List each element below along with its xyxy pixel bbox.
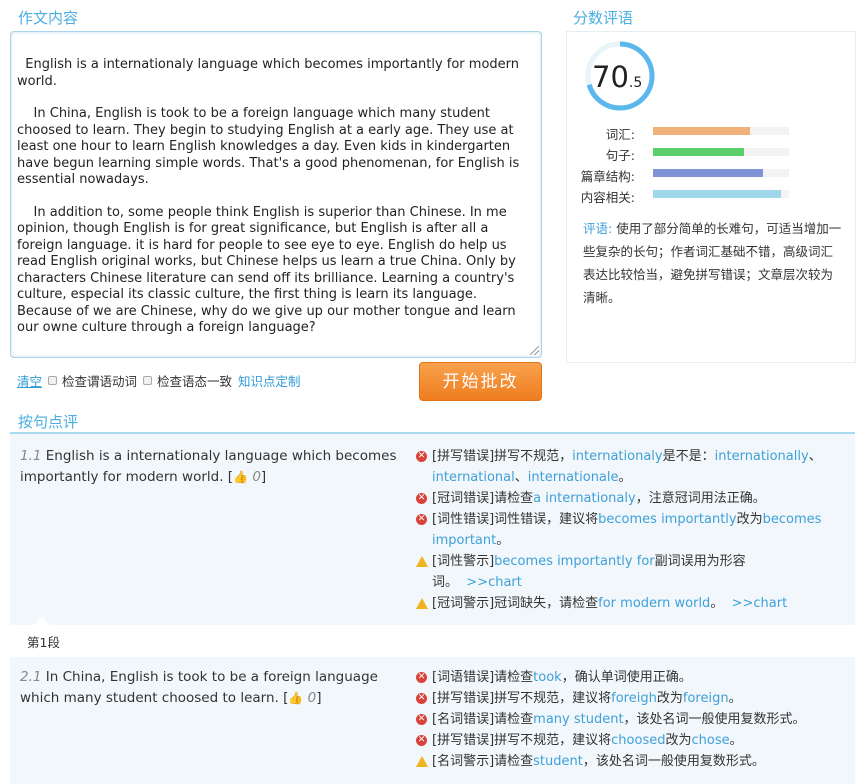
error-icon: ✕ — [416, 735, 427, 746]
issue-item: ✕ [名词错误]请检查many student，该处名词一般使用复数形式。 — [416, 712, 806, 727]
warning-icon — [416, 598, 428, 609]
clear-link[interactable]: 清空 — [17, 371, 42, 390]
error-icon: ✕ — [416, 514, 427, 525]
check-voice-label: 检查语态一致 — [157, 374, 233, 389]
sentence-text: 2.1 In China, English is took to be a fo… — [20, 667, 400, 709]
metric-label-structure: 篇章结构: — [580, 169, 635, 184]
issue-item: [冠词警示]冠词缺失，请检查for modern world。 >>chart — [416, 593, 846, 614]
score-section-title: 分数评语 — [573, 9, 634, 27]
check-predicate-checkbox[interactable] — [48, 376, 58, 385]
warning-icon — [416, 756, 428, 767]
paragraph-label: 第1段 — [10, 617, 855, 657]
resize-handle[interactable] — [530, 346, 539, 355]
error-icon: ✕ — [416, 693, 427, 704]
issue-item: ✕ [拼写错误]拼写不规范，建议将foreigh改为foreign。 — [416, 691, 742, 706]
error-icon: ✕ — [416, 714, 427, 725]
sentence-review-area: 1.1 English is a internationaly language… — [10, 432, 855, 784]
essay-section-title: 作文内容 — [18, 9, 79, 27]
issue-list: ✕ [词语错误]请检查took，确认单词使用正确。 ✕ [拼写错误]拼写不规范，建议… — [416, 667, 846, 772]
error-icon: ✕ — [416, 493, 427, 504]
warning-icon — [416, 556, 428, 567]
metric-bar-vocab — [653, 127, 789, 135]
metric-bar-relevance — [653, 190, 789, 198]
chart-link[interactable]: >>chart — [466, 575, 522, 590]
custom-knowledge-link[interactable]: 知识点定制 — [238, 371, 301, 390]
metric-label-sentence: 句子: — [605, 148, 635, 163]
thumb-up-icon[interactable]: 👍 — [288, 688, 303, 709]
essay-paragraph: In China, English is took to be a foreig… — [17, 106, 524, 187]
review-section-title: 按句点评 — [18, 413, 79, 431]
essay-paragraph: English is a internationaly language whi… — [17, 57, 524, 89]
issue-list: ✕ [拼写错误]拼写不规范，internationaly是不是：internati… — [416, 446, 846, 614]
thumb-up-icon[interactable]: 👍 — [233, 467, 248, 488]
metric-bar-sentence — [653, 148, 789, 156]
issue-item: ✕ [拼写错误]拼写不规范，建议将choosed改为chose。 — [416, 733, 743, 748]
score-panel: 70.5 词汇: 句子: 篇章结构: 内容相关: 评语: 使用了部分简单的长难句… — [566, 31, 856, 363]
score-comment: 评语: 使用了部分简单的长难句，可适当增加一些复杂的长句；作者词汇基础不错，高级… — [583, 221, 842, 305]
metric-label-vocab: 词汇: — [605, 127, 635, 142]
issue-item: ✕ [词语错误]请检查took，确认单词使用正确。 — [416, 670, 692, 685]
error-icon: ✕ — [416, 451, 427, 462]
issue-item: [词性警示]becomes importantly for副词误用为形容 词。 >… — [416, 551, 846, 593]
chart-link[interactable]: >>chart — [732, 596, 788, 611]
issue-item: ✕ [拼写错误]拼写不规范，internationaly是不是：internati… — [416, 449, 822, 485]
check-voice-checkbox[interactable] — [143, 376, 153, 385]
essay-paragraph: In addition to, some people think Englis… — [17, 204, 521, 336]
sentence-text: 1.1 English is a internationaly language… — [20, 446, 400, 488]
essay-textarea[interactable]: English is a internationaly language whi… — [10, 31, 542, 358]
metric-bar-structure — [653, 169, 789, 177]
issue-item: ✕ [词性错误]词性错误，建议将becomes importantly改为beco… — [416, 512, 822, 548]
score-value: 70.5 — [592, 60, 643, 94]
start-review-button[interactable]: 开始批改 — [419, 362, 542, 401]
issue-item: ✕ [冠词错误]请检查a internationaly，注意冠词用法正确。 — [416, 491, 766, 506]
error-icon: ✕ — [416, 672, 427, 683]
essay-controls: 清空 检查谓语动词 检查语态一致 知识点定制 — [17, 371, 301, 390]
metric-label-relevance: 内容相关: — [580, 190, 635, 205]
issue-item: [名词警示]请检查student，该处名词一般使用复数形式。 — [416, 751, 846, 772]
check-predicate-label: 检查谓语动词 — [62, 374, 138, 389]
